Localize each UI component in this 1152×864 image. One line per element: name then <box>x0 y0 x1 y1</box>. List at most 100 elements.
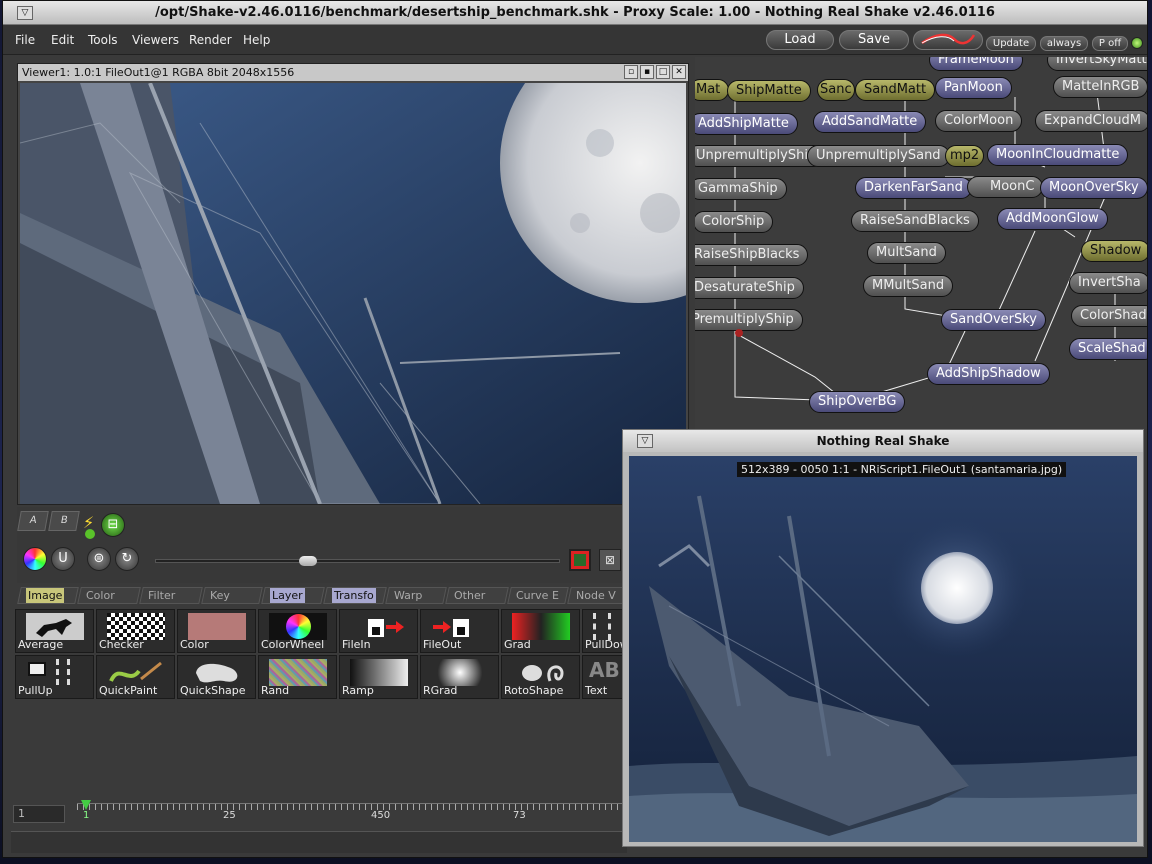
viewer-split-icon[interactable]: ▪ <box>640 65 654 79</box>
viewer-image[interactable] <box>20 83 686 504</box>
node-addshipshadow[interactable]: AddShipShadow <box>927 363 1050 385</box>
node-gammaship[interactable]: GammaShip <box>695 178 787 200</box>
tool-fileout[interactable]: FileOut <box>420 609 499 653</box>
window-menu-button[interactable]: ▽ <box>17 6 33 20</box>
update-mode-always[interactable]: always <box>1040 36 1088 51</box>
viewer-close-icon[interactable]: ✕ <box>672 65 686 79</box>
tab-transform[interactable]: Transfo <box>323 587 387 604</box>
node-invertskymatte[interactable]: InvertSkyMatte <box>1047 57 1147 71</box>
node-colormoon[interactable]: ColorMoon <box>935 110 1023 132</box>
tool-grad[interactable]: Grad <box>501 609 580 653</box>
refresh-icon[interactable]: ↻ <box>115 547 139 571</box>
viewer-tab-a[interactable]: A <box>17 511 49 531</box>
node-output-dot-icon <box>735 329 743 337</box>
tool-colorwheel[interactable]: ColorWheel <box>258 609 337 653</box>
viewer-float-icon[interactable]: ▫ <box>624 65 638 79</box>
tool-pullup[interactable]: PullUp <box>15 655 94 699</box>
proxy-toggle[interactable]: P off <box>1092 36 1128 51</box>
node-unpremultiplysand[interactable]: UnpremultiplySand <box>807 145 950 167</box>
node-shadow[interactable]: Shadow <box>1081 240 1147 262</box>
viewer-slider-thumb[interactable] <box>299 556 317 566</box>
update-button[interactable]: Update <box>986 36 1036 51</box>
tool-rgrad[interactable]: RGrad <box>420 655 499 699</box>
popup-menu-button[interactable]: ▽ <box>637 434 653 448</box>
tool-text[interactable]: AB Text <box>582 655 627 699</box>
tab-node-view[interactable]: Node V <box>567 587 629 604</box>
tool-filein[interactable]: FileIn <box>339 609 418 653</box>
tool-checker[interactable]: Checker <box>96 609 175 653</box>
node-expandcloudm[interactable]: ExpandCloudM <box>1035 110 1147 132</box>
viewer-slider-track[interactable] <box>155 559 560 563</box>
node-panmoon[interactable]: PanMoon <box>935 77 1012 99</box>
frame-input[interactable]: 1 <box>13 805 65 823</box>
node-graph[interactable]: FrameMoon InvertSkyMatte Mat ShipMatte S… <box>695 57 1147 429</box>
menu-file[interactable]: File <box>15 33 35 47</box>
node-raisesandblacks[interactable]: RaiseSandBlacks <box>851 210 979 232</box>
save-button[interactable]: Save <box>839 30 909 50</box>
flipbook-image[interactable]: 512x389 - 0050 1:1 - NRiScript1.FileOut1… <box>629 456 1137 842</box>
menu-help[interactable]: Help <box>243 33 270 47</box>
node-darkenfarsand[interactable]: DarkenFarSand <box>855 177 972 199</box>
fit-view-icon[interactable]: ⊠ <box>599 549 621 571</box>
node-addmoonglow[interactable]: AddMoonGlow <box>997 208 1108 230</box>
node-unpremultiplyship[interactable]: UnpremultiplyShip <box>695 145 826 167</box>
node-invertshadow[interactable]: InvertSha <box>1069 272 1147 294</box>
menu-edit[interactable]: Edit <box>51 33 74 47</box>
color-picker-icon[interactable] <box>23 547 47 571</box>
node-addsandmatte[interactable]: AddSandMatte <box>813 111 927 133</box>
node-shipmatte[interactable]: ShipMatte <box>727 80 811 102</box>
tool-rand[interactable]: Rand <box>258 655 337 699</box>
tab-curve-editor[interactable]: Curve E <box>507 587 569 604</box>
noise-icon <box>269 659 327 686</box>
node-sandmatte[interactable]: SandMatt <box>855 79 936 101</box>
tool-rotoshape[interactable]: RotoShape <box>501 655 580 699</box>
node-matteinrgb[interactable]: MatteInRGB <box>1053 76 1147 98</box>
roi-icon[interactable] <box>569 549 591 571</box>
load-button[interactable]: Load <box>766 30 834 50</box>
tool-quickpaint[interactable]: QuickPaint <box>96 655 175 699</box>
compare-mode-icon[interactable]: ⊟ <box>101 513 125 537</box>
node-raiseshipblacks[interactable]: RaiseShipBlacks <box>695 244 809 266</box>
tool-color[interactable]: Color <box>177 609 256 653</box>
tool-ramp[interactable]: Ramp <box>339 655 418 699</box>
node-shipoverbg[interactable]: ShipOverBG <box>809 391 906 413</box>
tab-filter[interactable]: Filter <box>139 587 203 604</box>
tool-quickshape[interactable]: QuickShape <box>177 655 256 699</box>
node-mmultsand[interactable]: MMultSand <box>863 275 954 297</box>
tool-pulldown[interactable]: PullDow <box>582 609 627 653</box>
menu-tools[interactable]: Tools <box>88 33 118 47</box>
node-colorshadow[interactable]: ColorShad <box>1071 305 1147 327</box>
menu-viewers[interactable]: Viewers <box>132 33 179 47</box>
viewer-maximize-icon[interactable]: □ <box>656 65 670 79</box>
tv-icon <box>28 662 46 676</box>
reset-viewer-icon[interactable]: ⊜ <box>87 547 111 571</box>
viewer-tab-b[interactable]: B <box>48 511 80 531</box>
node-mat[interactable]: Mat <box>695 79 730 101</box>
tab-image[interactable]: Image <box>17 587 79 604</box>
update-viewer-icon[interactable]: U <box>51 547 75 571</box>
node-desaturateship[interactable]: DesaturateShip <box>695 277 804 299</box>
tab-color[interactable]: Color <box>77 587 141 604</box>
tab-warp[interactable]: Warp <box>385 587 447 604</box>
node-moonc[interactable]: MoonC <box>967 176 1044 198</box>
popup-titlebar[interactable]: ▽ Nothing Real Shake <box>623 430 1143 452</box>
tab-key[interactable]: Key <box>201 587 263 604</box>
node-sanc[interactable]: Sanc <box>817 79 855 101</box>
node-sandoversky[interactable]: SandOverSky <box>941 309 1046 331</box>
time-ruler[interactable]: 1 25 450 73 <box>77 800 627 825</box>
node-framemoon[interactable]: FrameMoon <box>929 57 1023 71</box>
node-mp2[interactable]: mp2 <box>945 145 985 167</box>
node-premultiplyship[interactable]: PremultiplyShip <box>695 309 803 331</box>
window-titlebar[interactable]: ▽ /opt/Shake-v2.46.0116/benchmark/desert… <box>3 1 1147 25</box>
node-addshipmatte[interactable]: AddShipMatte <box>695 113 798 135</box>
tool-average[interactable]: Average <box>15 609 94 653</box>
node-moonoversky[interactable]: MoonOverSky <box>1040 177 1147 199</box>
node-multsand[interactable]: MultSand <box>867 242 946 264</box>
tab-layer[interactable]: Layer <box>261 587 325 604</box>
tab-other[interactable]: Other <box>445 587 509 604</box>
node-colorship[interactable]: ColorShip <box>695 211 774 233</box>
node-mooninclouldmatte[interactable]: MoonInCloudmatte <box>987 144 1129 166</box>
node-scaleshadow[interactable]: ScaleShad <box>1069 338 1147 360</box>
menu-render[interactable]: Render <box>189 33 232 47</box>
curve-logo-button[interactable] <box>913 30 983 50</box>
